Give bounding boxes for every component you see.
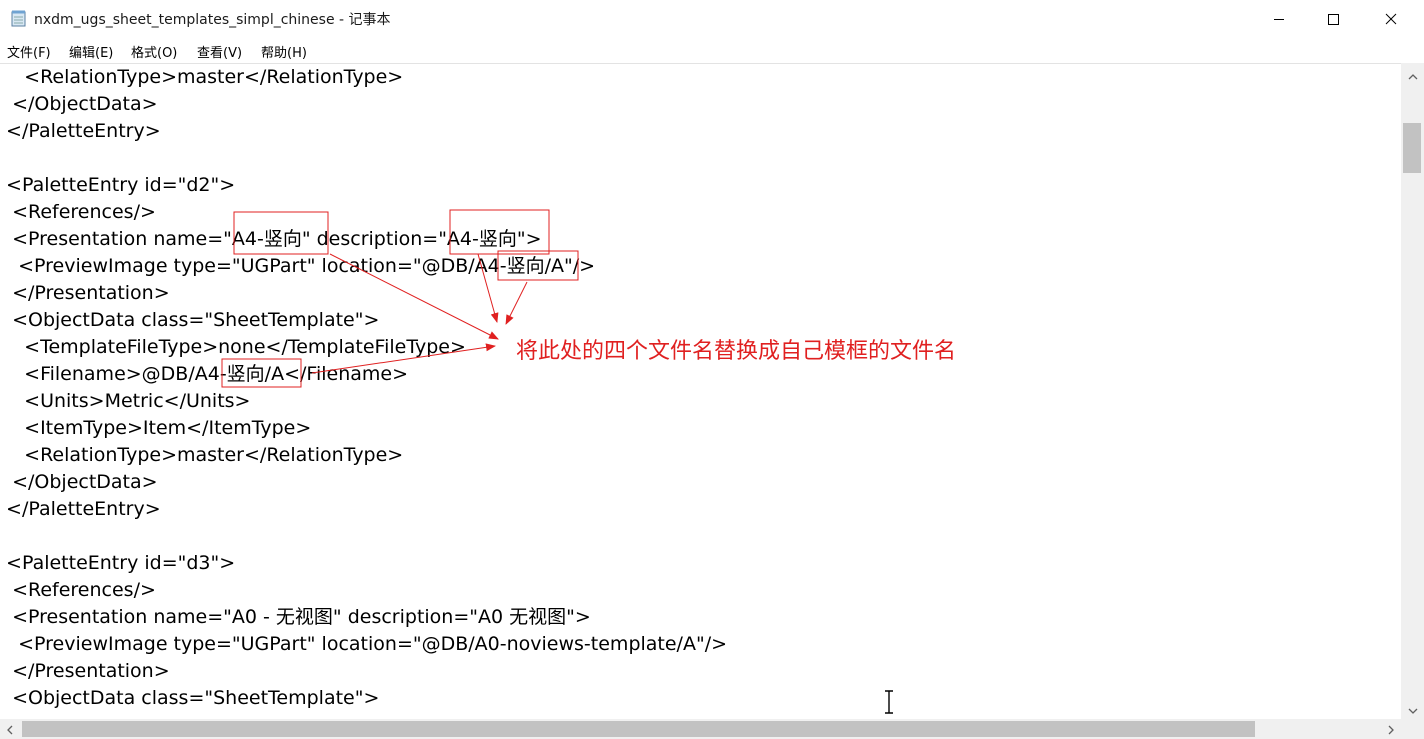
window-title: nxdm_ugs_sheet_templates_simpl_chinese -… <box>34 12 391 28</box>
vertical-scrollbar[interactable] <box>1401 63 1424 719</box>
editor-line: <PreviewImage type="UGPart" location="@D… <box>0 633 728 655</box>
editor-line: <Units>Metric</Units> <box>0 390 251 412</box>
maximize-icon <box>1327 10 1339 29</box>
editor-line: </PaletteEntry> <box>0 498 161 520</box>
title-bar[interactable]: nxdm_ugs_sheet_templates_simpl_chinese -… <box>0 0 1424 38</box>
close-button[interactable] <box>1362 0 1420 38</box>
scroll-right-button[interactable] <box>1381 719 1401 739</box>
i-beam-cursor-icon <box>882 690 896 714</box>
chevron-up-icon <box>1408 65 1418 84</box>
editor-line: <ItemType>Item</ItemType> <box>0 417 312 439</box>
editor-line: <Presentation name="A4-竖向" description="… <box>0 228 542 250</box>
chevron-left-icon <box>7 720 13 739</box>
editor-line: </PaletteEntry> <box>0 120 161 142</box>
horizontal-scrollbar[interactable] <box>0 719 1401 739</box>
scroll-up-button[interactable] <box>1401 63 1424 85</box>
editor-line: <PaletteEntry id="d2"> <box>0 174 236 196</box>
menu-help[interactable]: 帮助(H) <box>261 42 307 61</box>
notepad-window: nxdm_ugs_sheet_templates_simpl_chinese -… <box>0 0 1424 739</box>
notepad-icon <box>11 10 27 27</box>
editor-line: <RelationType>master</RelationType> <box>0 66 404 88</box>
editor-line: <ObjectData class="SheetTemplate"> <box>0 687 380 709</box>
editor-line: <Presentation name="A0 - 无视图" descriptio… <box>0 606 591 628</box>
editor-line: </ObjectData> <box>0 93 158 115</box>
editor-line: <TemplateFileType>none</TemplateFileType… <box>0 336 466 358</box>
minimize-icon <box>1273 10 1285 29</box>
editor-line: <References/> <box>0 201 156 223</box>
editor-line: </Presentation> <box>0 660 170 682</box>
editor-line: <PaletteEntry id="d3"> <box>0 552 236 574</box>
scrollbar-corner <box>1401 719 1424 739</box>
editor-line: </ObjectData> <box>0 471 158 493</box>
scroll-left-button[interactable] <box>0 719 20 739</box>
menu-edit[interactable]: 编辑(E) <box>69 42 113 61</box>
editor-line: <ObjectData class="SheetTemplate"> <box>0 309 380 331</box>
vertical-scroll-thumb[interactable] <box>1403 123 1421 173</box>
annotation-note: 将此处的四个文件名替换成自己模框的文件名 <box>516 339 957 364</box>
editor-line: <Filename>@DB/A4-竖向/A</Filename> <box>0 363 408 385</box>
horizontal-scroll-thumb[interactable] <box>22 721 1255 737</box>
menu-bar: 文件(F) 编辑(E) 格式(O) 查看(V) 帮助(H) <box>0 38 1424 64</box>
menu-file[interactable]: 文件(F) <box>7 42 51 61</box>
text-editor-area[interactable]: <RelationType>master</RelationType> </Ob… <box>0 63 1401 720</box>
close-icon <box>1385 10 1397 29</box>
editor-line: <References/> <box>0 579 156 601</box>
minimize-button[interactable] <box>1250 0 1308 38</box>
editor-line: <RelationType>master</RelationType> <box>0 444 404 466</box>
chevron-down-icon <box>1408 699 1418 718</box>
chevron-right-icon <box>1388 720 1394 739</box>
menu-view[interactable]: 查看(V) <box>197 42 242 61</box>
menu-format[interactable]: 格式(O) <box>131 42 177 61</box>
scroll-down-button[interactable] <box>1401 697 1424 719</box>
editor-line: </Presentation> <box>0 282 170 304</box>
maximize-button[interactable] <box>1304 0 1362 38</box>
editor-line: <PreviewImage type="UGPart" location="@D… <box>0 255 596 277</box>
